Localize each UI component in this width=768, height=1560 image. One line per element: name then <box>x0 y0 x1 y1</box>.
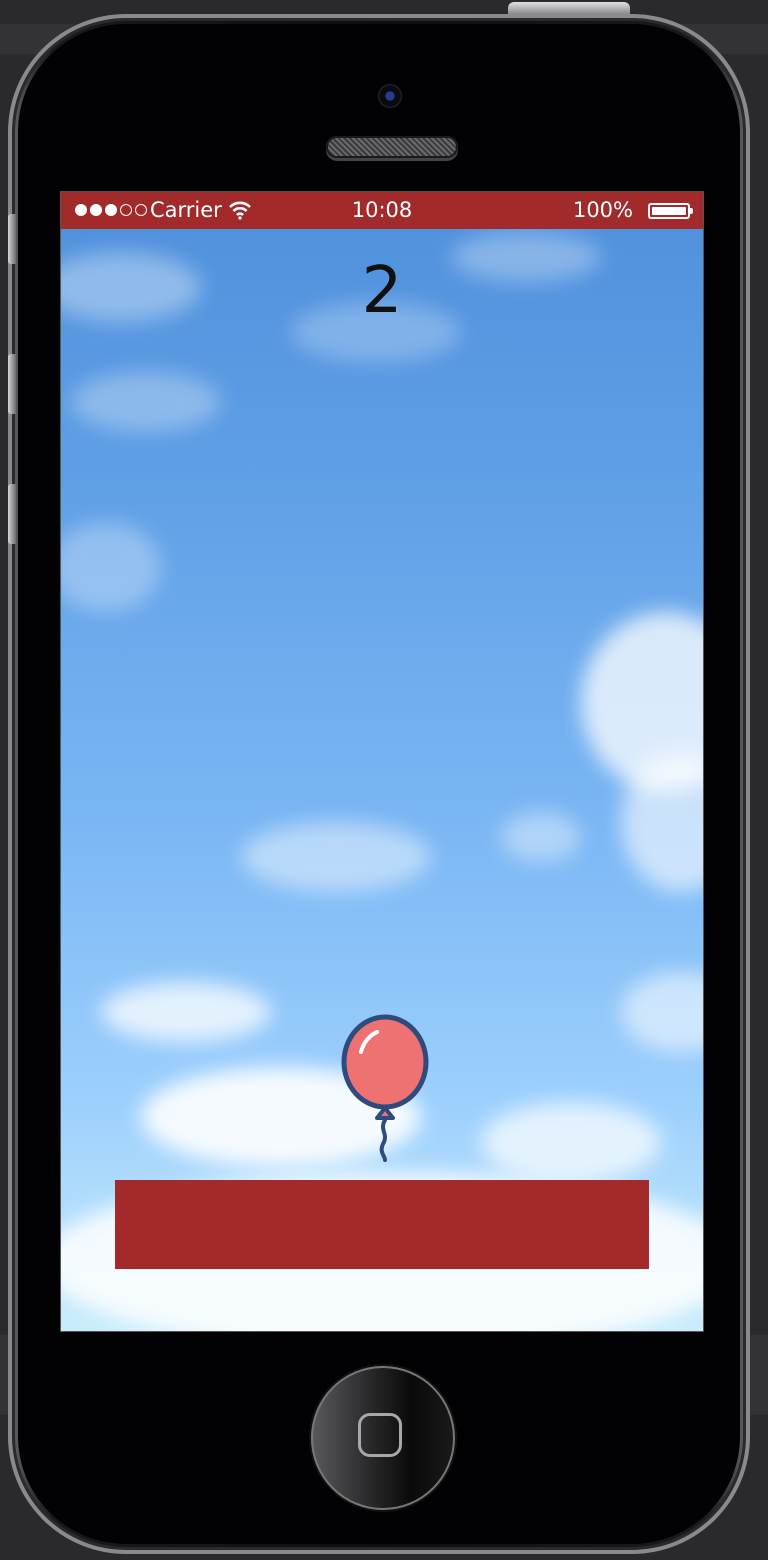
battery-percentage: 100% <box>572 198 633 222</box>
cloud <box>621 972 703 1052</box>
cloud <box>101 982 271 1042</box>
score-label: 2 <box>361 254 403 328</box>
volume-down-button[interactable] <box>8 484 16 544</box>
cloud <box>61 522 161 612</box>
cloud <box>71 372 221 432</box>
platform-bar <box>115 1180 649 1269</box>
battery-fill <box>652 207 686 215</box>
game-screen[interactable]: Carrier 10:08 100% 2 <box>60 191 704 1332</box>
balloon-icon[interactable] <box>339 1014 431 1164</box>
cloud <box>501 812 581 862</box>
status-bar: Carrier 10:08 100% <box>61 192 703 229</box>
earpiece-speaker <box>326 136 458 158</box>
front-camera <box>378 84 402 108</box>
power-button[interactable] <box>508 2 630 14</box>
home-square-icon <box>358 1413 402 1457</box>
cloud <box>481 1102 661 1182</box>
mute-switch[interactable] <box>8 214 16 264</box>
cloud <box>241 822 431 892</box>
volume-up-button[interactable] <box>8 354 16 414</box>
battery-terminal <box>690 208 693 214</box>
home-button[interactable] <box>311 1366 455 1510</box>
battery-icon <box>648 203 693 219</box>
